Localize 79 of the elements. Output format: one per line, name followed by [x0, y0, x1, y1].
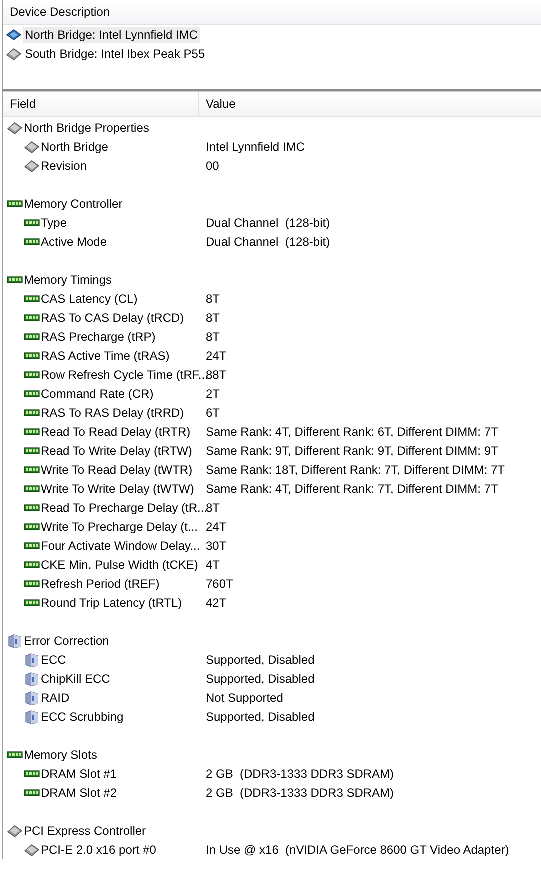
chip-icon — [6, 46, 22, 62]
field-value: 24T — [206, 520, 227, 534]
field-name: RAS To RAS Delay (tRRD) — [41, 406, 184, 420]
field-value: Same Rank: 18T, Different Rank: 7T, Different DIMM: 7T — [206, 462, 506, 476]
field-value: Dual Channel (128-bit) — [206, 216, 330, 230]
field-name: Four Activate Window Delay... — [41, 538, 200, 552]
section-title: Memory Timings — [24, 272, 112, 286]
field-value: 2T — [206, 386, 220, 400]
field-value: 8T — [206, 330, 220, 344]
field-value: 00 — [206, 158, 220, 172]
field-name: North Bridge — [41, 140, 108, 154]
field-value: 88T — [206, 368, 227, 382]
field-value: 4T — [206, 558, 220, 572]
column-header[interactable]: Field — [3, 97, 36, 111]
cube-icon — [24, 670, 40, 686]
field-name: Command Rate (CR) — [41, 386, 154, 400]
field-value: Same Rank: 4T, Different Rank: 6T, Different DIMM: 7T — [206, 424, 498, 438]
field-name: Read To Write Delay (tRTW) — [41, 444, 192, 458]
field-name: RAS Active Time (tRAS) — [41, 348, 170, 362]
section-title: Memory Slots — [24, 748, 98, 762]
field-name: DRAM Slot #2 — [41, 786, 118, 800]
field-name: Type — [41, 216, 68, 230]
field-name: ECC — [41, 652, 66, 666]
section-title: Memory Controller — [24, 196, 123, 210]
field-name: RAID — [41, 690, 70, 704]
device-item[interactable]: North Bridge: Intel Lynnfield IMC — [23, 26, 200, 42]
field-value: 2 GB (DDR3-1333 DDR3 SDRAM) — [206, 766, 394, 780]
chip-icon — [24, 842, 40, 858]
field-name: Write To Write Delay (tWTW) — [41, 482, 194, 496]
field-name: RAS To CAS Delay (tRCD) — [41, 310, 184, 324]
chip-icon — [7, 120, 23, 136]
field-name: Write To Precharge Delay (t... — [41, 520, 198, 534]
chip-icon — [24, 138, 40, 154]
field-name: Row Refresh Cycle Time (tRF... — [41, 368, 208, 382]
section-title: Error Correction — [24, 634, 110, 648]
field-value: Not Supported — [206, 690, 284, 704]
cube-icon — [24, 690, 40, 706]
field-value: Same Rank: 9T, Different Rank: 9T, Different DIMM: 9T — [206, 444, 498, 458]
field-value: 42T — [206, 596, 227, 610]
field-value: Supported, Disabled — [206, 672, 315, 686]
field-value: Intel Lynnfield IMC — [206, 140, 305, 154]
device-item[interactable]: South Bridge: Intel Ibex Peak P55 — [23, 46, 208, 62]
field-name: Write To Read Delay (tWTR) — [41, 462, 193, 476]
field-name: ECC Scrubbing — [41, 710, 124, 724]
field-value: 2 GB (DDR3-1333 DDR3 SDRAM) — [206, 786, 394, 800]
field-name: CKE Min. Pulse Width (tCKE) — [41, 558, 198, 572]
section-title: PCI Express Controller — [24, 824, 146, 838]
field-value: Supported, Disabled — [206, 652, 315, 666]
field-name: Round Trip Latency (tRTL) — [41, 596, 182, 610]
chip-icon — [24, 158, 40, 174]
chip-icon — [7, 822, 23, 838]
field-name: Active Mode — [41, 234, 108, 248]
cube-icon — [7, 632, 23, 648]
field-name: CAS Latency (CL) — [41, 292, 138, 306]
field-value: Dual Channel (128-bit) — [206, 234, 330, 248]
cube-icon — [24, 652, 40, 668]
chip-icon — [6, 26, 22, 42]
field-value: In Use @ x16 (nVIDIA GeForce 8600 GT Video Adapter) — [206, 842, 510, 856]
field-name: DRAM Slot #1 — [41, 766, 118, 780]
field-value: 24T — [206, 348, 227, 362]
field-value: Supported, Disabled — [206, 710, 315, 724]
column-header[interactable]: Device Description — [3, 5, 110, 19]
field-name: RAS Precharge (tRP) — [41, 330, 156, 344]
field-name: Revision — [41, 158, 88, 172]
field-value: 760T — [206, 576, 234, 590]
field-name: PCI-E 2.0 x16 port #0 — [41, 842, 156, 856]
field-value: 8T — [206, 310, 220, 324]
field-value: Same Rank: 4T, Different Rank: 7T, Different DIMM: 7T — [206, 482, 498, 496]
field-name: Refresh Period (tREF) — [41, 576, 160, 590]
field-name: ChipKill ECC — [41, 672, 110, 686]
field-value: 6T — [206, 406, 220, 420]
field-name: Read To Read Delay (tRTR) — [41, 424, 191, 438]
field-name: Read To Precharge Delay (tR... — [41, 500, 208, 514]
cube-icon — [24, 708, 40, 724]
field-value: 30T — [206, 538, 227, 552]
field-value: 8T — [206, 292, 220, 306]
field-value: 8T — [206, 500, 220, 514]
column-header[interactable]: Value — [199, 97, 236, 111]
section-title: North Bridge Properties — [24, 120, 150, 134]
